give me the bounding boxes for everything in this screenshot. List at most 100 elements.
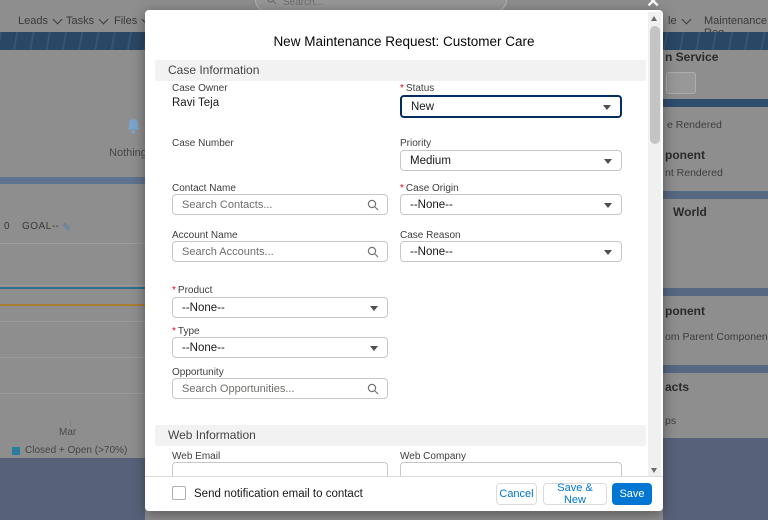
bg-card-text: ps	[665, 415, 677, 427]
scroll-down-icon[interactable]	[651, 468, 657, 473]
search-icon	[266, 0, 277, 8]
save-button[interactable]: Save	[612, 483, 652, 505]
scroll-up-icon[interactable]	[651, 16, 657, 21]
case-origin-label: * Case Origin	[400, 183, 459, 194]
bg-card-title: acts	[665, 380, 690, 394]
cancel-button[interactable]: Cancel	[496, 483, 537, 505]
web-email-label: Web Email	[172, 451, 221, 462]
product-value: --None--	[182, 301, 225, 314]
page-bottom-strip	[0, 458, 145, 520]
priority-select[interactable]: Medium	[400, 150, 622, 171]
background-button	[666, 72, 696, 94]
product-select[interactable]: --None--	[172, 297, 388, 318]
case-origin-select[interactable]: --None--	[400, 194, 622, 215]
dropdown-caret-icon	[370, 346, 378, 351]
chevron-down-icon	[98, 14, 109, 25]
send-notification-checkbox[interactable]	[172, 486, 186, 500]
bg-card-title: ponent	[665, 304, 705, 318]
scrollbar-thumb[interactable]	[649, 26, 660, 144]
case-reason-label: Case Reason	[400, 230, 461, 241]
dropdown-caret-icon	[370, 306, 378, 311]
required-icon: *	[172, 326, 176, 337]
type-label: * Type	[172, 326, 200, 337]
dropdown-caret-icon	[603, 105, 611, 110]
search-icon	[367, 199, 379, 214]
modal-title: New Maintenance Request: Customer Care	[273, 34, 535, 49]
account-name-lookup	[172, 241, 388, 262]
bg-card-title: World	[673, 205, 707, 219]
search-icon	[367, 246, 379, 261]
priority-label: Priority	[400, 138, 432, 149]
case-reason-select[interactable]: --None--	[400, 241, 622, 262]
required-icon: *	[400, 183, 404, 194]
page-bottom-strip	[663, 438, 768, 520]
nav-tab-label: Files	[114, 15, 138, 27]
opportunity-input[interactable]	[173, 379, 387, 398]
divider	[0, 243, 145, 244]
background-section-bar	[663, 99, 768, 107]
legend-label: Closed + Open (>70%)	[25, 445, 128, 456]
opportunity-label: Opportunity	[172, 367, 224, 378]
dropdown-caret-icon	[604, 250, 612, 255]
background-section-bar	[663, 191, 768, 199]
send-notification-label: Send notification email to contact	[194, 488, 363, 500]
search-icon	[367, 383, 379, 398]
chart-legend: Closed + Open (>70%)	[12, 445, 127, 456]
chevron-down-icon	[52, 14, 63, 25]
axis-tick	[70, 421, 71, 426]
nav-tab-leads[interactable]: Leads	[18, 14, 63, 27]
type-value: --None--	[182, 341, 225, 354]
product-label: * Product	[172, 285, 213, 296]
goal-label: GOAL	[22, 221, 52, 232]
pencil-icon[interactable]: ✎	[62, 221, 71, 234]
bg-card-text: om Parent Component!!	[665, 331, 768, 343]
bg-card-text: e Rendered	[667, 119, 722, 131]
bg-card-title: ponent	[665, 148, 705, 162]
nav-tab-tasks[interactable]: Tasks	[66, 14, 109, 27]
case-owner-label: Case Owner	[172, 83, 228, 94]
case-reason-value: --None--	[410, 245, 453, 258]
type-select[interactable]: --None--	[172, 337, 388, 358]
case-number-label: Case Number	[172, 138, 234, 149]
nav-tab-label: Tasks	[66, 15, 95, 27]
web-company-label: Web Company	[400, 451, 466, 462]
status-label: * Status	[400, 83, 435, 94]
search-placeholder: Search...	[283, 0, 324, 8]
goal-value: --	[52, 221, 59, 232]
chart-line-orange	[0, 304, 145, 306]
modal-footer: Send notification email to contact Cance…	[145, 476, 663, 511]
section-case-information: Case Information	[155, 60, 646, 81]
nav-tab-label: Leads	[18, 15, 48, 27]
performance-chart	[0, 250, 145, 424]
contact-name-label: Contact Name	[172, 183, 236, 194]
bg-card-text: nt Rendered	[665, 167, 723, 179]
case-owner-value: Ravi Teja	[172, 97, 220, 109]
nav-tab-label: le	[668, 15, 677, 27]
new-maintenance-request-modal: New Maintenance Request: Customer Care C…	[145, 10, 663, 511]
dropdown-caret-icon	[604, 203, 612, 208]
contact-name-input[interactable]	[173, 195, 387, 214]
status-value: New	[411, 100, 435, 113]
nav-tab-partial[interactable]: le	[668, 14, 692, 27]
axis-label-mar: Mar	[59, 427, 77, 438]
bell-icon	[126, 118, 141, 140]
priority-value: Medium	[410, 154, 451, 167]
section-web-information: Web Information	[155, 425, 646, 446]
background-section-bar	[663, 288, 768, 296]
modal-close-icon[interactable]: ✕	[646, 0, 660, 10]
required-icon: *	[400, 83, 404, 94]
status-select[interactable]: New	[400, 95, 622, 118]
account-name-label: Account Name	[172, 230, 238, 241]
modal-scrollbar[interactable]	[648, 12, 661, 477]
dropdown-caret-icon	[604, 159, 612, 164]
chevron-down-icon	[681, 14, 692, 25]
save-and-new-button[interactable]: Save & New	[543, 482, 607, 506]
bg-card-title: n Service	[665, 50, 719, 64]
account-name-input[interactable]	[173, 242, 387, 261]
performance-card-bar	[0, 177, 145, 184]
required-icon: *	[172, 285, 176, 296]
contact-name-lookup	[172, 194, 388, 215]
chart-line-blue	[0, 287, 145, 289]
goal-prefix: 0	[4, 221, 10, 232]
opportunity-lookup	[172, 378, 388, 399]
